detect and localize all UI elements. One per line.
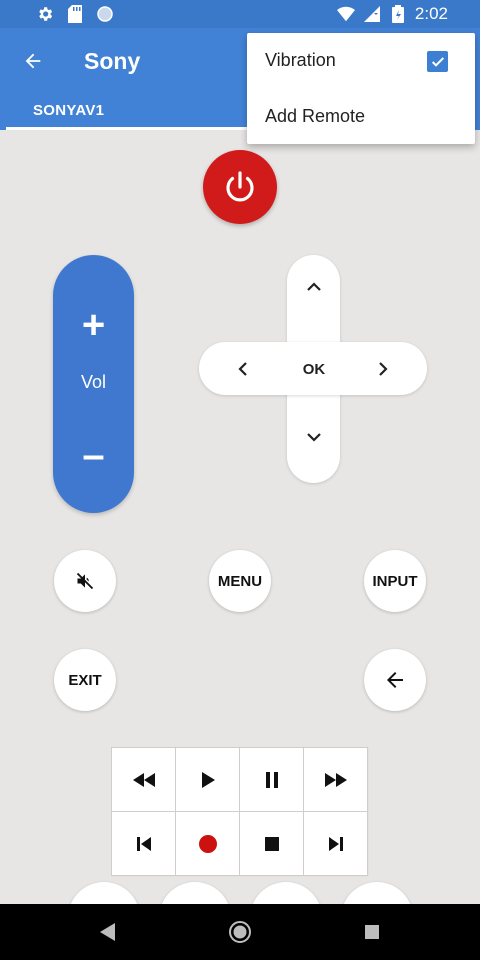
system-nav-bar bbox=[0, 904, 480, 960]
volume-up-button[interactable]: + bbox=[53, 295, 134, 355]
battery-icon bbox=[389, 5, 407, 23]
nav-home-button[interactable] bbox=[226, 918, 254, 946]
dpad-down-button[interactable] bbox=[288, 412, 340, 462]
signal-icon bbox=[363, 5, 381, 23]
record-icon bbox=[198, 834, 217, 853]
dpad-right-button[interactable] bbox=[358, 343, 408, 395]
rewind-icon bbox=[132, 772, 155, 787]
tab-indicator bbox=[6, 127, 250, 130]
media-controls bbox=[111, 747, 369, 877]
status-bar: 2:02 bbox=[0, 0, 480, 28]
sd-card-icon bbox=[66, 5, 84, 23]
menu-item-label: Vibration bbox=[265, 50, 336, 70]
overflow-menu: Vibration Add Remote bbox=[247, 33, 475, 144]
chevron-left-icon bbox=[238, 362, 247, 376]
triangle-back-icon bbox=[100, 923, 115, 941]
arrow-left-icon bbox=[387, 672, 403, 688]
settings-icon bbox=[36, 5, 54, 23]
skip-next-button[interactable] bbox=[304, 812, 367, 875]
record-button[interactable] bbox=[176, 812, 239, 875]
pause-button[interactable] bbox=[240, 748, 303, 811]
skip-previous-button[interactable] bbox=[112, 812, 175, 875]
input-button[interactable]: INPUT bbox=[364, 550, 426, 612]
skip-previous-icon bbox=[136, 836, 151, 851]
return-button[interactable] bbox=[364, 649, 426, 711]
status-time: 2:02 bbox=[414, 4, 448, 23]
mute-icon bbox=[76, 572, 94, 590]
vibration-checkbox[interactable] bbox=[427, 51, 448, 72]
stop-icon bbox=[264, 836, 279, 851]
menu-button[interactable]: MENU bbox=[209, 550, 271, 612]
chevron-right-icon bbox=[379, 362, 388, 376]
volume-down-button[interactable]: – bbox=[53, 425, 134, 485]
play-button[interactable] bbox=[176, 748, 239, 811]
rewind-button[interactable] bbox=[112, 748, 175, 811]
play-icon bbox=[201, 771, 215, 788]
page-title: Sony bbox=[84, 48, 141, 74]
dpad-up-button[interactable] bbox=[288, 262, 340, 312]
back-button[interactable] bbox=[18, 46, 48, 76]
square-recents-icon bbox=[365, 925, 379, 939]
arrow-left-icon bbox=[25, 53, 41, 69]
stop-button[interactable] bbox=[240, 812, 303, 875]
home-circle-icon bbox=[229, 921, 251, 943]
chevron-up-icon bbox=[307, 282, 321, 291]
chevron-down-icon bbox=[307, 433, 321, 442]
nav-recents-button[interactable] bbox=[358, 918, 386, 946]
menu-item-label: Add Remote bbox=[265, 106, 366, 126]
wifi-icon bbox=[336, 5, 355, 23]
pause-icon bbox=[265, 771, 278, 788]
menu-item-vibration[interactable]: Vibration bbox=[247, 33, 475, 88]
mute-button[interactable] bbox=[54, 550, 116, 612]
exit-button[interactable]: EXIT bbox=[54, 649, 116, 711]
fast-forward-button[interactable] bbox=[304, 748, 367, 811]
volume-rocker: + Vol – bbox=[53, 255, 134, 513]
dpad-left-button[interactable] bbox=[218, 343, 268, 395]
fast-forward-icon bbox=[324, 772, 347, 787]
power-button[interactable] bbox=[203, 150, 277, 224]
tab-sonyav1[interactable]: SONYAV1 bbox=[0, 94, 250, 130]
dpad-ok-button[interactable]: OK bbox=[288, 343, 340, 395]
tab-label: SONYAV1 bbox=[33, 102, 105, 119]
nav-back-button[interactable] bbox=[94, 918, 122, 946]
menu-item-add-remote[interactable]: Add Remote bbox=[247, 89, 475, 144]
volume-label: Vol bbox=[80, 372, 107, 392]
skip-next-icon bbox=[328, 836, 343, 851]
check-icon bbox=[431, 56, 444, 67]
power-icon bbox=[226, 171, 254, 202]
circle-icon bbox=[96, 5, 114, 23]
